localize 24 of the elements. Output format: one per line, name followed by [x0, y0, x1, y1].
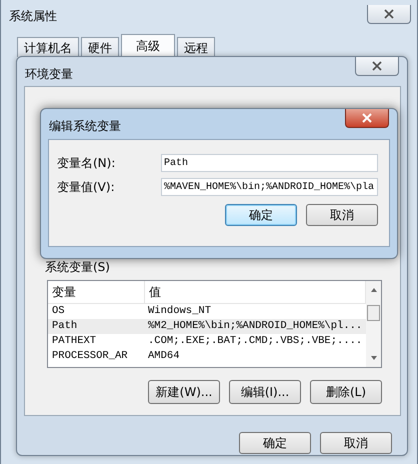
list-row[interactable]: Path %M2_HOME%\bin;%ANDROID_HOME%\pl...: [48, 319, 366, 334]
section-label: 系统变量(S): [45, 259, 111, 276]
list-row[interactable]: OS Windows_NT: [48, 304, 366, 319]
tab[interactable]: 计算机名: [17, 37, 79, 57]
input-field[interactable]: %MAVEN_HOME%\bin;%ANDROID_HOME%\pla: [161, 178, 378, 196]
dialog-button[interactable]: 确定: [225, 204, 297, 226]
list-button[interactable]: 新建(W)...: [148, 380, 220, 404]
dialog-button[interactable]: 确定: [239, 432, 311, 454]
tab[interactable]: 远程: [177, 37, 215, 57]
field-label: 变量名(N):: [57, 154, 116, 172]
list-button[interactable]: 删除(L): [310, 380, 382, 404]
window-title: 系统属性: [9, 8, 57, 25]
dialog-button[interactable]: 取消: [306, 204, 378, 226]
window-title: 编辑系统变量: [49, 118, 121, 135]
tab[interactable]: 硬件: [81, 37, 119, 57]
tab[interactable]: 高级: [121, 34, 175, 57]
list-row[interactable]: PATHEXT .COM;.EXE;.BAT;.CMD;.VBS;.VBE;....: [48, 334, 366, 349]
list-row[interactable]: PROCESSOR_AR AMD64: [48, 349, 366, 364]
list-button[interactable]: 编辑(I)...: [229, 380, 301, 404]
input-field[interactable]: Path: [161, 154, 378, 172]
dialog-button[interactable]: 取消: [320, 432, 392, 454]
column-header[interactable]: 变量: [48, 281, 145, 303]
window-title: 环境变量: [25, 66, 73, 83]
field-label: 变量值(V):: [57, 178, 116, 196]
